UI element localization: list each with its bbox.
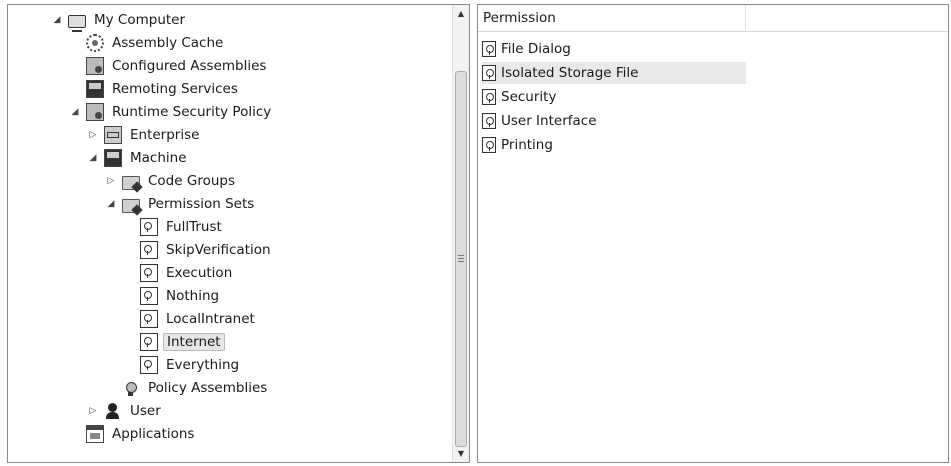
- tree-node-label: Everything: [166, 357, 240, 373]
- tree-node-machine[interactable]: ◢ Machine: [86, 147, 190, 169]
- tree-node-label: User: [130, 403, 161, 419]
- list-item-label: Security: [501, 89, 557, 105]
- tree-node-remoting-services[interactable]: Remoting Services: [68, 78, 241, 100]
- remoting-icon: [86, 80, 104, 98]
- expand-arrow-icon[interactable]: ◢: [86, 151, 100, 165]
- permission-icon: [482, 89, 496, 105]
- network-icon: [104, 126, 122, 144]
- tree-node-configured-assemblies[interactable]: Configured Assemblies: [68, 55, 269, 77]
- list-item-label: Isolated Storage File: [501, 65, 639, 81]
- tree-node-label: Remoting Services: [112, 81, 238, 97]
- tree-node-enterprise[interactable]: ▷ Enterprise: [86, 124, 202, 146]
- tree-panel: ◢ My Computer Assembly Cache Configured …: [7, 4, 470, 463]
- folder-icon: [122, 176, 140, 190]
- list-header: Permission: [478, 5, 948, 32]
- certificate-icon: [122, 379, 140, 397]
- tree-node-label: Execution: [166, 265, 233, 281]
- tree-node-label: Assembly Cache: [112, 35, 224, 51]
- tree-node-label: Permission Sets: [148, 196, 255, 212]
- tree-node-my-computer[interactable]: ◢ My Computer: [50, 9, 188, 32]
- scrollbar-thumb[interactable]: [455, 71, 467, 447]
- tree-node-skipverification[interactable]: SkipVerification: [140, 239, 274, 261]
- computer-icon: [68, 14, 86, 32]
- expand-arrow-icon[interactable]: ◢: [68, 105, 82, 119]
- tree-node-label: My Computer: [94, 12, 186, 28]
- tree-node-execution[interactable]: Execution: [140, 262, 235, 284]
- tree-node-everything[interactable]: Everything: [140, 354, 242, 376]
- list-item-user-interface[interactable]: User Interface: [482, 110, 746, 132]
- list-item-security[interactable]: Security: [482, 86, 746, 108]
- expand-arrow-icon[interactable]: ◢: [104, 197, 118, 211]
- permission-set-icon: [140, 218, 158, 236]
- tree-node-policy-assemblies[interactable]: Policy Assemblies: [122, 377, 270, 399]
- scroll-up-arrow-icon[interactable]: ▲: [453, 5, 469, 22]
- permission-set-icon: [140, 333, 158, 351]
- tree-node-label: Internet: [163, 333, 225, 351]
- permission-icon: [482, 41, 496, 57]
- permission-set-icon: [140, 264, 158, 282]
- tree-node-assembly-cache[interactable]: Assembly Cache: [68, 32, 226, 54]
- list-item-isolated-storage-file[interactable]: Isolated Storage File: [482, 62, 746, 84]
- tree-node-label: Runtime Security Policy: [112, 104, 272, 120]
- permission-set-icon: [140, 356, 158, 374]
- permission-icon: [482, 137, 496, 153]
- list-item-printing[interactable]: Printing: [482, 134, 746, 156]
- list-item-label: Printing: [501, 137, 553, 153]
- vertical-scrollbar[interactable]: ▲ ▼: [452, 5, 469, 462]
- permission-sets-icon: [122, 199, 140, 213]
- tree-node-permission-sets[interactable]: ◢ Permission Sets: [104, 193, 257, 215]
- gear-icon: [86, 34, 104, 52]
- column-header-empty[interactable]: [746, 5, 946, 31]
- tree-view: ◢ My Computer Assembly Cache Configured …: [8, 5, 454, 462]
- column-header-permission[interactable]: Permission: [478, 5, 746, 31]
- tree-node-nothing[interactable]: Nothing: [140, 285, 222, 307]
- tree-node-user[interactable]: ▷ User: [86, 400, 164, 422]
- tree-node-internet[interactable]: Internet: [140, 331, 225, 353]
- tree-node-label: Machine: [130, 150, 187, 166]
- security-policy-icon: [86, 103, 104, 121]
- tree-node-label: Policy Assemblies: [148, 380, 268, 396]
- assembly-box-icon: [86, 57, 104, 75]
- permission-set-icon: [140, 310, 158, 328]
- tree-node-runtime-security-policy[interactable]: ◢ Runtime Security Policy: [68, 101, 274, 123]
- collapse-arrow-icon[interactable]: ▷: [86, 128, 100, 142]
- machine-icon: [104, 149, 122, 167]
- tree-node-label: Applications: [112, 426, 195, 442]
- list-item-label: File Dialog: [501, 41, 571, 57]
- list-item-label: User Interface: [501, 113, 597, 129]
- scroll-down-arrow-icon[interactable]: ▼: [453, 445, 469, 462]
- tree-node-applications[interactable]: Applications: [68, 423, 197, 445]
- applications-icon: [86, 425, 104, 443]
- tree-node-label: Enterprise: [130, 127, 200, 143]
- tree-node-label: FullTrust: [166, 219, 222, 235]
- tree-node-localintranet[interactable]: LocalIntranet: [140, 308, 258, 330]
- collapse-arrow-icon[interactable]: ▷: [86, 404, 100, 418]
- permission-set-icon: [140, 287, 158, 305]
- tree-node-label: SkipVerification: [166, 242, 271, 258]
- tree-node-label: Code Groups: [148, 173, 235, 189]
- grip-icon: [458, 255, 464, 263]
- tree-node-label: Nothing: [166, 288, 220, 304]
- permission-list-panel: Permission File Dialog Isolated Storage …: [477, 4, 949, 463]
- tree-node-code-groups[interactable]: ▷ Code Groups: [104, 170, 238, 192]
- tree-node-fulltrust[interactable]: FullTrust: [140, 216, 225, 238]
- permission-icon: [482, 65, 496, 81]
- list-item-file-dialog[interactable]: File Dialog: [482, 38, 746, 60]
- collapse-arrow-icon[interactable]: ▷: [104, 174, 118, 188]
- permission-set-icon: [140, 241, 158, 259]
- tree-node-label: Configured Assemblies: [112, 58, 267, 74]
- permission-icon: [482, 113, 496, 129]
- user-icon: [104, 402, 122, 420]
- tree-node-label: LocalIntranet: [166, 311, 255, 327]
- expand-arrow-icon[interactable]: ◢: [50, 13, 64, 27]
